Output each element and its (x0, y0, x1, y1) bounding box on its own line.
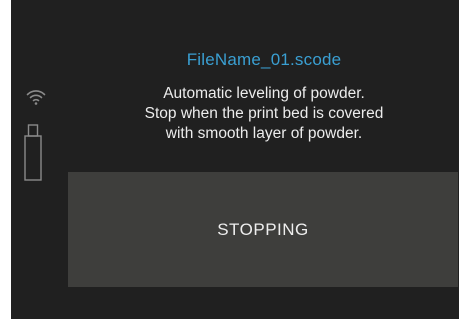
message-line: Automatic leveling of powder. (163, 85, 365, 102)
message-line: with smooth layer of powder. (165, 125, 363, 142)
wifi-icon (26, 90, 46, 105)
message-line: Stop when the print bed is covered (144, 105, 384, 122)
instruction-message: Automatic leveling of powder. Stop when … (69, 84, 459, 144)
stopping-button[interactable]: STOPPING (68, 172, 458, 287)
stopping-button-label: STOPPING (217, 219, 309, 239)
printer-screen: FileName_01.scode Automatic leveling of … (11, 0, 459, 319)
file-name: FileName_01.scode (186, 50, 342, 69)
usb-drive-icon (24, 124, 42, 181)
